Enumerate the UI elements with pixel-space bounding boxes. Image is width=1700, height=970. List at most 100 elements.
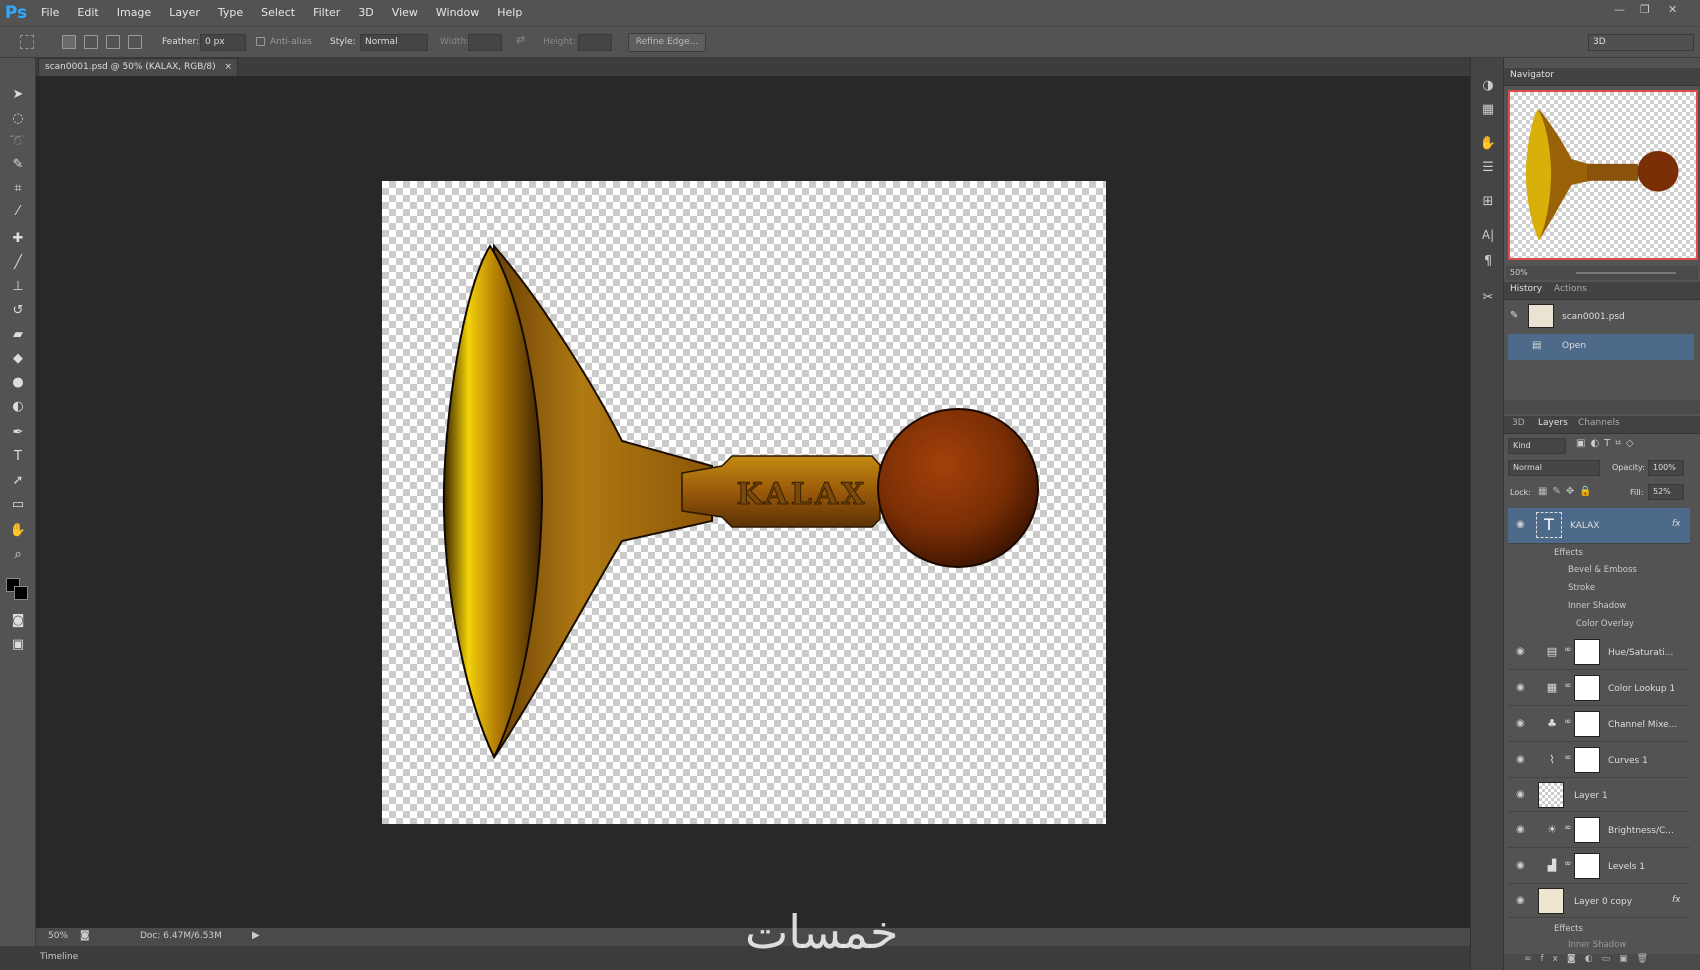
history-snapshot-row[interactable]: ✎ scan0001.psd — [1508, 304, 1694, 330]
paragraph-panel-icon[interactable]: ¶ — [1479, 254, 1497, 272]
feather-input[interactable]: 0 px — [200, 34, 246, 51]
marquee-tool-icon[interactable]: ◌ — [6, 108, 30, 128]
tab-3d[interactable]: 3D — [1512, 418, 1525, 428]
lock-icons[interactable]: ▦✎✥🔒 — [1538, 486, 1597, 497]
mask-link-icon[interactable]: ∞ — [1564, 823, 1572, 833]
effect-bevel-emboss[interactable]: Bevel & Emboss — [1568, 565, 1637, 575]
zoom-tool-icon[interactable]: ⌕ — [6, 544, 30, 564]
menu-edit[interactable]: Edit — [68, 0, 107, 26]
menu-type[interactable]: Type — [209, 0, 252, 26]
pen-tool-icon[interactable]: ✒ — [6, 422, 30, 442]
status-menu-arrow-icon[interactable]: ▶ — [252, 930, 260, 941]
layer-row-layer-1[interactable]: ◉ Layer 1 — [1508, 778, 1690, 812]
layer-row-color-lookup[interactable]: ◉ ▦ ∞ Color Lookup 1 — [1508, 670, 1690, 706]
layer-row-layer-0-copy[interactable]: ◉ Layer 0 copy fx — [1508, 884, 1690, 918]
restore-icon[interactable]: ❐ — [1640, 3, 1650, 16]
visibility-eye-icon[interactable]: ◉ — [1516, 825, 1528, 835]
history-state-row[interactable]: ▤ Open — [1508, 334, 1694, 360]
navigator-zoom-slider[interactable] — [1576, 272, 1676, 274]
tab-layers[interactable]: Layers — [1538, 418, 1568, 428]
effect-inner-shadow[interactable]: Inner Shadow — [1568, 940, 1626, 950]
menu-3d[interactable]: 3D — [349, 0, 382, 26]
dodge-tool-icon[interactable]: ◐ — [6, 396, 30, 416]
layer-row-levels[interactable]: ◉ ▟ ∞ Levels 1 — [1508, 848, 1690, 884]
brush-tool-icon[interactable]: ╱ — [6, 252, 30, 272]
layer-row-hue-saturation[interactable]: ◉ ▤ ∞ Hue/Saturati... — [1508, 634, 1690, 670]
width-input[interactable] — [468, 34, 502, 51]
swap-icon[interactable]: ⇄ — [516, 33, 525, 46]
visibility-eye-icon[interactable]: ◉ — [1516, 896, 1528, 906]
visibility-eye-icon[interactable]: ◉ — [1516, 790, 1528, 800]
blend-mode-select[interactable]: Normal — [1508, 460, 1600, 476]
fill-input[interactable]: 52% — [1648, 484, 1684, 500]
antialias-checkbox[interactable] — [256, 37, 265, 46]
timeline-tab[interactable]: Timeline — [40, 952, 78, 962]
effect-color-overlay[interactable]: Color Overlay — [1576, 619, 1634, 629]
info-panel-icon[interactable]: ⊞ — [1479, 194, 1497, 212]
layer-filter-icons[interactable]: ▣◐T⌗◇ — [1576, 438, 1639, 449]
visibility-eye-icon[interactable]: ◉ — [1516, 520, 1528, 530]
document-tab[interactable]: scan0001.psd @ 50% (KALAX, RGB/8) × — [38, 58, 238, 76]
effects-label[interactable]: Effects — [1554, 548, 1583, 558]
paint-bucket-tool-icon[interactable]: ◆ — [6, 348, 30, 368]
background-color-swatch[interactable] — [14, 586, 28, 600]
layer-row-channel-mixer[interactable]: ◉ ♣ ∞ Channel Mixe... — [1508, 706, 1690, 742]
opacity-input[interactable]: 100% — [1648, 460, 1684, 476]
rectangle-tool-icon[interactable]: ▭ — [6, 494, 30, 514]
tab-history[interactable]: History — [1510, 284, 1542, 294]
menu-help[interactable]: Help — [488, 0, 531, 26]
add-selection-icon[interactable] — [84, 35, 98, 49]
layer-row-kalax[interactable]: ◉ T KALAX fx — [1508, 508, 1690, 544]
new-selection-icon[interactable] — [62, 35, 76, 49]
visibility-eye-icon[interactable]: ◉ — [1516, 647, 1528, 657]
layer-row-curves[interactable]: ◉ ⌇ ∞ Curves 1 — [1508, 742, 1690, 778]
properties-panel-icon[interactable]: ☰ — [1479, 160, 1497, 178]
history-brush-tool-icon[interactable]: ↺ — [6, 300, 30, 320]
tab-navigator[interactable]: Navigator — [1510, 70, 1554, 80]
mask-link-icon[interactable]: ∞ — [1564, 717, 1572, 727]
crop-tool-icon[interactable]: ⌗ — [6, 178, 30, 198]
menu-image[interactable]: Image — [108, 0, 160, 26]
visibility-eye-icon[interactable]: ◉ — [1516, 861, 1528, 871]
color-panel-icon[interactable]: ◑ — [1479, 78, 1497, 96]
hand-tool-icon[interactable]: ✋ — [6, 520, 30, 540]
tool-presets-panel-icon[interactable]: ✂ — [1479, 290, 1497, 308]
adjustments-panel-icon[interactable]: ✋ — [1479, 136, 1497, 154]
blur-tool-icon[interactable]: ● — [6, 372, 30, 392]
history-brush-source-icon[interactable]: ✎ — [1510, 310, 1518, 321]
status-share-icon[interactable]: ◙ — [80, 930, 90, 941]
effect-inner-shadow[interactable]: Inner Shadow — [1568, 601, 1626, 611]
move-tool-icon[interactable]: ➤ — [6, 84, 30, 104]
navigator-preview[interactable] — [1508, 90, 1698, 260]
height-input[interactable] — [578, 34, 612, 51]
mask-link-icon[interactable]: ∞ — [1564, 753, 1572, 763]
layer-row-brightness-contrast[interactable]: ◉ ☀ ∞ Brightness/C... — [1508, 812, 1690, 848]
lasso-tool-icon[interactable]: ➰ — [6, 131, 30, 151]
zoom-level[interactable]: 50% — [48, 931, 68, 941]
workspace-select[interactable]: 3D — [1588, 34, 1694, 51]
effects-label[interactable]: Effects — [1554, 924, 1583, 934]
visibility-eye-icon[interactable]: ◉ — [1516, 719, 1528, 729]
clone-stamp-tool-icon[interactable]: ⊥ — [6, 276, 30, 296]
character-panel-icon[interactable]: A| — [1479, 228, 1497, 246]
tab-channels[interactable]: Channels — [1578, 418, 1620, 428]
menu-layer[interactable]: Layer — [160, 0, 209, 26]
eraser-tool-icon[interactable]: ▰ — [6, 324, 30, 344]
mask-link-icon[interactable]: ∞ — [1564, 859, 1572, 869]
fx-badge[interactable]: fx — [1672, 895, 1681, 905]
marquee-tool-preset-icon[interactable] — [20, 35, 34, 49]
eyedropper-tool-icon[interactable]: ⁄ — [6, 201, 30, 221]
visibility-eye-icon[interactable]: ◉ — [1516, 755, 1528, 765]
layers-footer-icons[interactable]: ∞fx◙◐▭▣🗑 — [1504, 954, 1700, 970]
layer-filter-kind[interactable]: Kind — [1508, 438, 1566, 454]
screen-mode-icon[interactable]: ▣ — [6, 634, 30, 654]
healing-brush-tool-icon[interactable]: ✚ — [6, 228, 30, 248]
menu-select[interactable]: Select — [252, 0, 304, 26]
close-window-icon[interactable]: ✕ — [1668, 3, 1677, 16]
menu-filter[interactable]: Filter — [304, 0, 349, 26]
refine-edge-button[interactable]: Refine Edge... — [628, 33, 706, 52]
effect-stroke[interactable]: Stroke — [1568, 583, 1595, 593]
menu-file[interactable]: File — [32, 0, 68, 26]
swatches-panel-icon[interactable]: ▦ — [1479, 102, 1497, 120]
menu-window[interactable]: Window — [427, 0, 488, 26]
